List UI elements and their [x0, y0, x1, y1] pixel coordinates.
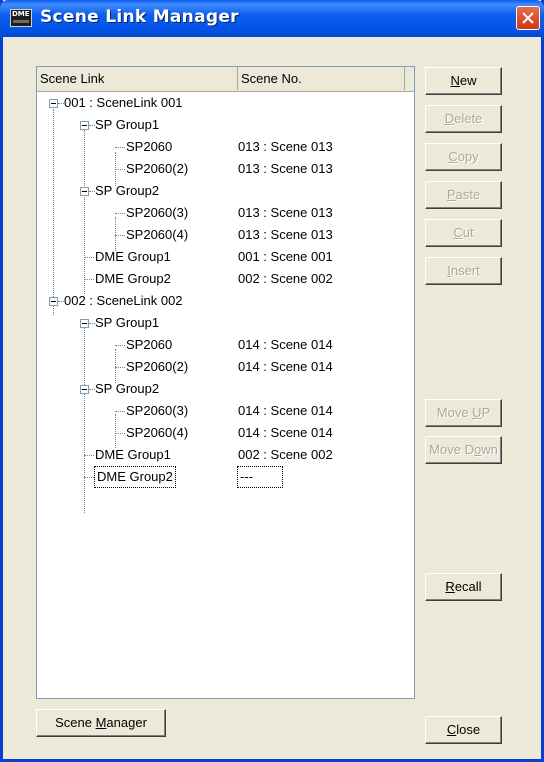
tree-row[interactable]: SP Group2	[37, 180, 414, 202]
button-label: nsert	[450, 263, 480, 278]
scene-manager-button[interactable]: Scene Manager	[36, 709, 166, 737]
tree-item-label: 001 : SceneLink 001	[64, 95, 183, 110]
tree-row[interactable]: DME Group1 001 : Scene 001	[37, 246, 414, 268]
tree-row[interactable]: 002 : SceneLink 002	[37, 290, 414, 312]
tree-row[interactable]: SP2060(4) 013 : Scene 013	[37, 224, 414, 246]
tree-item-label: SP2060(4)	[126, 227, 189, 242]
scene-no-value: 014 : Scene 014	[238, 337, 333, 352]
tree-row[interactable]: 001 : SceneLink 001	[37, 92, 414, 114]
tree-row-selected[interactable]: DME Group2 ---	[37, 466, 414, 488]
scene-no-value: 013 : Scene 013	[238, 205, 333, 220]
button-accelerator: R	[445, 579, 455, 594]
scene-no-value: 014 : Scene 014	[238, 425, 333, 440]
button-label: lose	[456, 722, 481, 737]
tree-item-label: DME Group2	[94, 466, 176, 488]
scene-no-value: 014 : Scene 014	[238, 359, 333, 374]
button-label: P	[481, 405, 491, 420]
recall-button[interactable]: Recall	[425, 573, 502, 601]
tree-row[interactable]: DME Group1 002 : Scene 002	[37, 444, 414, 466]
button-label: ew	[459, 73, 477, 88]
insert-button[interactable]: Insert	[425, 257, 502, 285]
paste-button[interactable]: Paste	[425, 181, 502, 209]
tree-row[interactable]: SP Group1	[37, 312, 414, 334]
tree-item-label: SP Group2	[95, 381, 160, 396]
tree-item-label: DME Group1	[95, 249, 171, 264]
tree-item-label: SP2060	[126, 337, 173, 352]
new-button[interactable]: New	[425, 67, 502, 95]
title-bar[interactable]: DME Scene Link Manager	[0, 0, 544, 37]
copy-button[interactable]: Copy	[425, 143, 502, 171]
tree-item-label: SP2060(3)	[126, 205, 189, 220]
scene-no-value: 002 : Scene 002	[238, 447, 333, 462]
button-accelerator: N	[450, 73, 460, 88]
tree-item-label: SP2060(2)	[126, 161, 189, 176]
scene-no-value: 013 : Scene 013	[238, 139, 333, 154]
button-accelerator: D	[444, 111, 455, 126]
button-accelerator: C	[448, 149, 458, 164]
tree-row[interactable]: SP2060(3) 013 : Scene 013	[37, 202, 414, 224]
close-icon[interactable]	[516, 6, 540, 30]
tree-row[interactable]: SP2060(2) 013 : Scene 013	[37, 158, 414, 180]
button-label: anager	[106, 715, 147, 730]
button-label: wn	[481, 442, 498, 457]
button-label: ut	[462, 225, 474, 240]
app-icon-label: DME	[12, 10, 30, 18]
cut-button[interactable]: Cut	[425, 219, 502, 247]
move-up-button[interactable]: Move UP	[425, 399, 502, 427]
delete-button[interactable]: Delete	[425, 105, 502, 133]
scene-no-value: 014 : Scene 014	[238, 403, 333, 418]
button-label: elete	[454, 111, 483, 126]
tree-row[interactable]: SP2060(3) 014 : Scene 014	[37, 400, 414, 422]
tree-row[interactable]: SP2060 013 : Scene 013	[37, 136, 414, 158]
column-header-scene-no[interactable]: Scene No.	[238, 67, 405, 90]
tree-item-label: SP Group2	[95, 183, 160, 198]
scene-link-tree[interactable]: Scene Link Scene No. 001: SceneLink 001…	[36, 66, 415, 699]
tree-item-label: DME Group1	[95, 447, 171, 462]
button-accelerator: C	[453, 225, 463, 240]
scene-link-manager-window: DME Scene Link Manager Scene Link Scene …	[0, 0, 544, 762]
scene-no-value: ---	[237, 466, 283, 488]
tree-row[interactable]: SP2060(2) 014 : Scene 014	[37, 356, 414, 378]
tree-item-label: SP Group1	[95, 117, 160, 132]
tree-item-label: SP2060	[126, 139, 173, 154]
scene-no-value: 002 : Scene 002	[238, 271, 333, 286]
button-accelerator: C	[446, 722, 457, 737]
tree-item-label: DME Group2	[95, 271, 171, 286]
scene-no-value: 001 : Scene 001	[238, 249, 333, 264]
tree-row[interactable]: DME Group2 002 : Scene 002	[37, 268, 414, 290]
button-accelerator: M	[95, 715, 107, 730]
app-icon-stripe	[13, 20, 29, 23]
button-label: aste	[455, 187, 481, 202]
window-title: Scene Link Manager	[40, 7, 239, 27]
tree-item-label: 002 : SceneLink 002	[64, 293, 183, 308]
button-label: Scene	[55, 715, 96, 730]
tree-item-label: SP2060(2)	[126, 359, 189, 374]
tree-row[interactable]: SP2060 014 : Scene 014	[37, 334, 414, 356]
close-button[interactable]: Close	[425, 716, 502, 744]
tree-item-label: SP2060(4)	[126, 425, 189, 440]
column-header-scene-link[interactable]: Scene Link	[37, 67, 238, 90]
button-label: Move	[436, 405, 473, 420]
button-accelerator: U	[472, 405, 482, 420]
button-label: opy	[457, 149, 479, 164]
scene-no-value: 013 : Scene 013	[238, 227, 333, 242]
tree-item-label: SP Group1	[95, 315, 160, 330]
tree-row[interactable]: SP2060(4) 014 : Scene 014	[37, 422, 414, 444]
tree-row[interactable]: SP Group2	[37, 378, 414, 400]
button-label: ecall	[454, 579, 482, 594]
tree-header: Scene Link Scene No.	[37, 67, 414, 92]
tree-item-label: SP2060(3)	[126, 403, 189, 418]
tree-row[interactable]: SP Group1	[37, 114, 414, 136]
dme-app-icon: DME	[10, 9, 32, 27]
button-accelerator: P	[446, 187, 456, 202]
scene-no-value: 013 : Scene 013	[238, 161, 333, 176]
move-down-button[interactable]: Move Down	[425, 436, 502, 464]
button-label: Move D	[429, 442, 474, 457]
